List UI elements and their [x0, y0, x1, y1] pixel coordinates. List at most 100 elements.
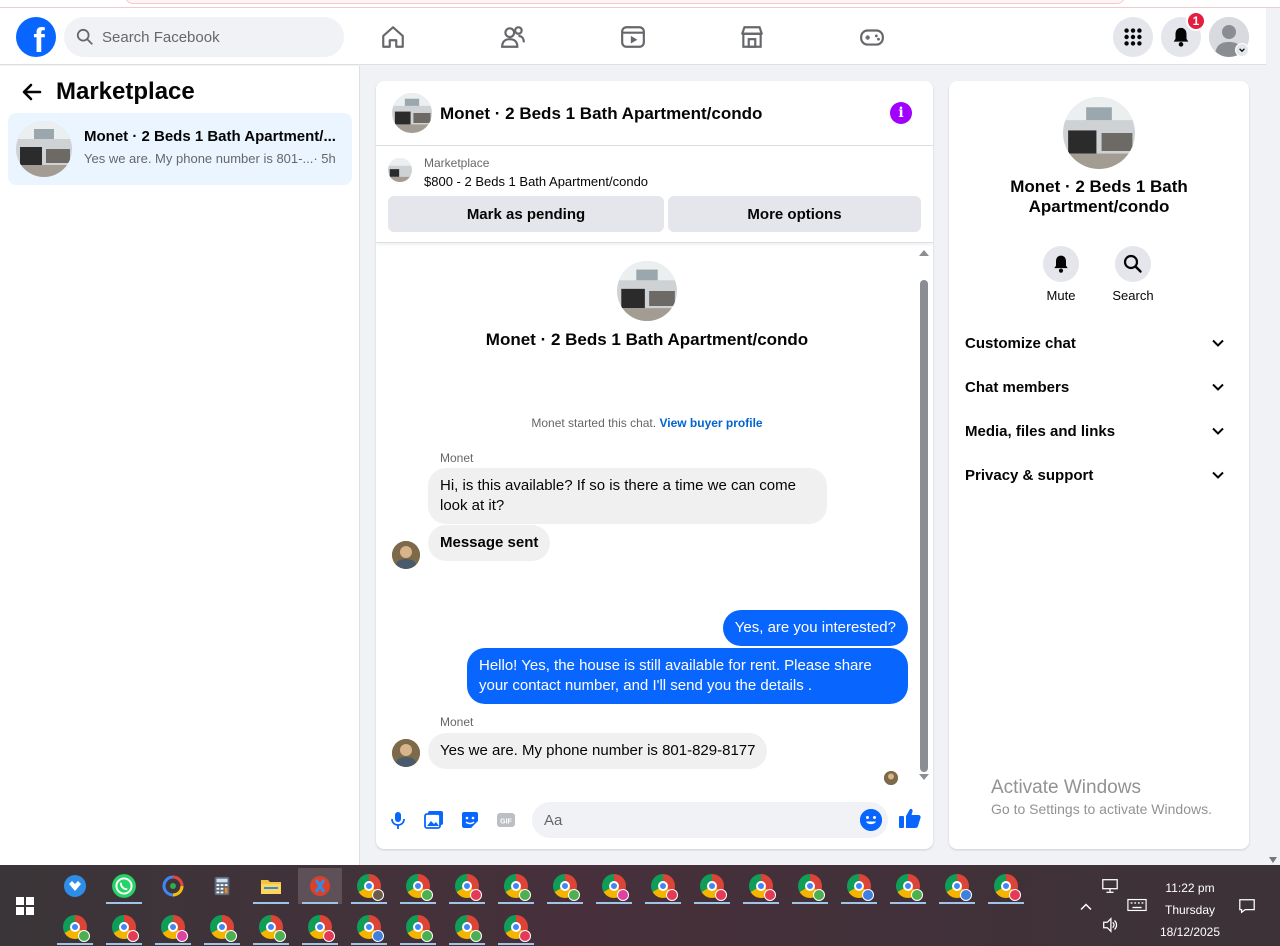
listing-thumbnail — [16, 121, 72, 177]
chevron-up-icon[interactable] — [1076, 897, 1096, 917]
sidebar-title: Marketplace — [56, 78, 195, 105]
chrome-icon[interactable] — [886, 868, 930, 904]
chat-thumbnail[interactable] — [392, 93, 432, 133]
chevron-down-icon — [1212, 339, 1224, 347]
message-composer: GIF — [376, 796, 933, 846]
grid-icon — [1124, 28, 1142, 46]
mark-as-pending-button[interactable]: Mark as pending — [388, 196, 664, 232]
conversation-time: · 5h — [313, 151, 336, 166]
gif-icon[interactable]: GIF — [495, 809, 517, 831]
chrome-icon[interactable] — [396, 868, 440, 904]
chrome-icon[interactable] — [592, 868, 636, 904]
windows-start-icon[interactable] — [16, 897, 34, 915]
chat-name: Monet · 2 Beds 1 Bath Apartment/condo — [1010, 177, 1188, 216]
more-options-button[interactable]: More options — [668, 196, 921, 232]
chat-title[interactable]: Monet · 2 Beds 1 Bath Apartment/condo — [440, 104, 762, 124]
mute-label: Mute — [1046, 288, 1076, 303]
message-thread: Monet · 2 Beds 1 Bath Apartment/condo Mo… — [376, 244, 933, 791]
chrome-icon[interactable] — [445, 909, 489, 945]
search-input[interactable] — [102, 28, 322, 46]
keyboard-icon[interactable] — [1127, 895, 1147, 915]
chat-info-panel: Monet · 2 Beds 1 Bath Apartment/condo Mu… — [949, 81, 1249, 849]
chevron-down-icon[interactable] — [1235, 43, 1249, 57]
chrome-icon[interactable] — [298, 909, 342, 945]
search-label: Search — [1112, 288, 1154, 303]
menu-grid-button[interactable] — [1113, 17, 1153, 57]
snipping-tool-icon[interactable] — [298, 868, 342, 904]
chrome-icon[interactable] — [837, 868, 881, 904]
friends-icon[interactable] — [498, 22, 528, 52]
chrome-icon[interactable] — [788, 868, 832, 904]
microphone-icon[interactable] — [387, 809, 409, 831]
sender-avatar[interactable] — [392, 541, 420, 569]
media-files-links-section[interactable]: Media, files and links — [965, 411, 1233, 451]
chat-profile-thumbnail[interactable] — [1063, 97, 1135, 169]
listing-description[interactable]: $800 - 2 Beds 1 Bath Apartment/condo — [424, 174, 648, 189]
home-icon[interactable] — [378, 22, 408, 52]
chrome-icon[interactable] — [151, 909, 195, 945]
sender-name: Monet — [440, 451, 474, 465]
chrome-icon[interactable] — [396, 909, 440, 945]
privacy-support-section[interactable]: Privacy & support — [965, 455, 1233, 495]
clock-date: 18/12/2025 — [1159, 925, 1221, 939]
search-in-chat-button[interactable]: Search — [1098, 246, 1168, 303]
message-input[interactable] — [532, 802, 888, 838]
conversation-item[interactable]: Monet · 2 Beds 1 Bath Apartment/... Yes … — [8, 113, 352, 185]
outgoing-message[interactable]: Hello! Yes, the house is still available… — [467, 648, 908, 704]
marketplace-inbox-sidebar: Marketplace Monet · 2 Beds 1 Bath Apartm… — [0, 66, 360, 865]
chrome-icon[interactable] — [347, 868, 391, 904]
video-icon[interactable] — [618, 22, 648, 52]
volume-icon[interactable] — [1100, 915, 1120, 935]
incoming-message[interactable]: Yes we are. My phone number is 801-829-8… — [428, 733, 768, 769]
network-icon[interactable] — [1100, 876, 1120, 896]
chrome-icon[interactable] — [347, 909, 391, 945]
customize-chat-section[interactable]: Customize chat — [965, 323, 1233, 363]
chrome-icon[interactable] — [249, 909, 293, 945]
google-lens-icon[interactable] — [151, 868, 195, 904]
facebook-logo[interactable]: f — [16, 17, 56, 57]
chrome-icon[interactable] — [984, 868, 1028, 904]
search-icon — [1123, 254, 1142, 273]
photo-icon[interactable] — [423, 809, 445, 831]
listing-banner: Marketplace $800 - 2 Beds 1 Bath Apartme… — [376, 146, 933, 243]
chrome-icon[interactable] — [102, 909, 146, 945]
chrome-icon[interactable] — [543, 868, 587, 904]
chrome-icon[interactable] — [739, 868, 783, 904]
view-buyer-profile-link[interactable]: View buyer profile — [659, 416, 762, 430]
incoming-message[interactable]: Message sent — [428, 525, 551, 561]
sticker-icon[interactable] — [459, 809, 481, 831]
chrome-icon[interactable] — [53, 909, 97, 945]
chrome-icon[interactable] — [641, 868, 685, 904]
info-icon[interactable]: i — [890, 102, 912, 124]
chrome-icon[interactable] — [200, 909, 244, 945]
chrome-icon[interactable] — [445, 868, 489, 904]
emoji-icon[interactable] — [860, 809, 882, 831]
back-arrow-icon[interactable] — [20, 80, 44, 104]
gaming-icon[interactable] — [857, 22, 887, 52]
page-scrollbar[interactable] — [1266, 8, 1280, 865]
calculator-icon[interactable] — [200, 868, 244, 904]
listing-small-thumbnail — [388, 158, 412, 182]
marketplace-icon[interactable] — [737, 22, 767, 52]
sender-avatar[interactable] — [392, 739, 420, 767]
taskbar-clock[interactable]: 11:22 pm Thursday 18/12/2025 — [1150, 877, 1230, 943]
chrome-icon[interactable] — [494, 868, 538, 904]
incoming-message[interactable]: Hi, is this available? If so is there a … — [428, 468, 827, 524]
chrome-icon[interactable] — [935, 868, 979, 904]
chat-intro-title: Monet · 2 Beds 1 Bath Apartment/condo — [485, 330, 809, 349]
notification-center-icon[interactable] — [1237, 896, 1257, 916]
outgoing-message[interactable]: Yes, are you interested? — [722, 610, 908, 646]
whatsapp-icon[interactable] — [102, 868, 146, 904]
chat-scrollbar[interactable] — [918, 244, 930, 784]
chrome-icon[interactable] — [690, 868, 734, 904]
top-navigation-bar: f 1 — [0, 8, 1266, 65]
file-explorer-icon[interactable] — [249, 868, 293, 904]
thumbs-up-icon[interactable] — [898, 806, 924, 832]
chrome-icon[interactable] — [494, 909, 538, 945]
search-box[interactable] — [64, 17, 344, 57]
mute-button[interactable]: Mute — [1026, 246, 1096, 303]
chat-started-text: Monet started this chat. — [531, 416, 657, 430]
app-icon-1[interactable] — [53, 868, 97, 904]
bell-icon — [1054, 255, 1068, 273]
chat-members-section[interactable]: Chat members — [965, 367, 1233, 407]
